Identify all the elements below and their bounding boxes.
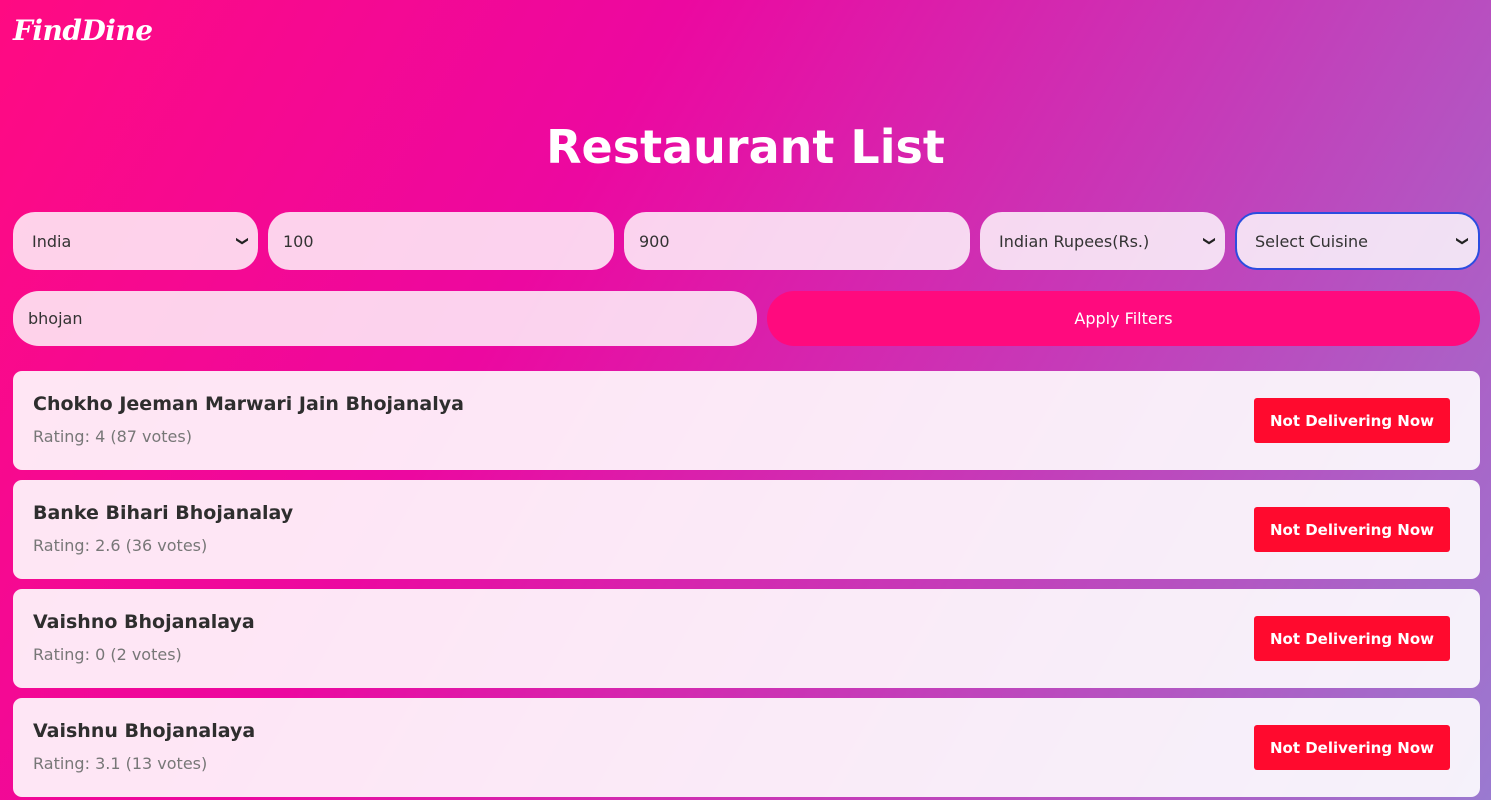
restaurant-name: Vaishno Bhojanalaya <box>33 611 255 633</box>
page-title: Restaurant List <box>546 120 945 174</box>
logo[interactable]: FindDine <box>13 14 153 47</box>
delivery-status-badge[interactable]: Not Delivering Now <box>1254 616 1450 661</box>
restaurant-card[interactable]: Banke Bihari Bhojanalay Rating: 2.6 (36 … <box>13 480 1480 579</box>
cuisine-select-value: Select Cuisine <box>1255 231 1368 251</box>
search-input-value: bhojan <box>28 309 83 328</box>
min-cost-input[interactable]: 100 <box>268 212 614 270</box>
restaurant-rating: Rating: 2.6 (36 votes) <box>33 536 208 555</box>
restaurant-rating: Rating: 3.1 (13 votes) <box>33 754 208 773</box>
restaurant-name: Banke Bihari Bhojanalay <box>33 502 294 524</box>
search-input[interactable]: bhojan <box>13 291 757 346</box>
restaurant-card[interactable]: Chokho Jeeman Marwari Jain Bhojanalya Ra… <box>13 371 1480 470</box>
country-select[interactable]: India ❯ <box>13 212 258 270</box>
currency-select-value: Indian Rupees(Rs.) <box>999 231 1150 251</box>
apply-filters-button[interactable]: Apply Filters <box>767 291 1480 346</box>
delivery-status-badge[interactable]: Not Delivering Now <box>1254 398 1450 443</box>
restaurant-name: Vaishnu Bhojanalaya <box>33 720 256 742</box>
max-cost-value: 900 <box>639 231 670 251</box>
chevron-down-icon: ❯ <box>1455 235 1470 247</box>
max-cost-input[interactable]: 900 <box>624 212 970 270</box>
cuisine-select[interactable]: Select Cuisine ❯ <box>1235 212 1480 270</box>
restaurant-card[interactable]: Vaishnu Bhojanalaya Rating: 3.1 (13 vote… <box>13 698 1480 797</box>
restaurant-rating: Rating: 0 (2 votes) <box>33 645 182 664</box>
min-cost-value: 100 <box>283 231 314 251</box>
chevron-down-icon: ❯ <box>1202 235 1217 247</box>
chevron-down-icon: ❯ <box>235 235 250 247</box>
delivery-status-badge[interactable]: Not Delivering Now <box>1254 725 1450 770</box>
restaurant-name: Chokho Jeeman Marwari Jain Bhojanalya <box>33 393 464 415</box>
restaurant-rating: Rating: 4 (87 votes) <box>33 427 192 446</box>
currency-select[interactable]: Indian Rupees(Rs.) ❯ <box>980 212 1225 270</box>
restaurant-card[interactable]: Vaishno Bhojanalaya Rating: 0 (2 votes) … <box>13 589 1480 688</box>
delivery-status-badge[interactable]: Not Delivering Now <box>1254 507 1450 552</box>
country-select-value: India <box>32 231 72 251</box>
